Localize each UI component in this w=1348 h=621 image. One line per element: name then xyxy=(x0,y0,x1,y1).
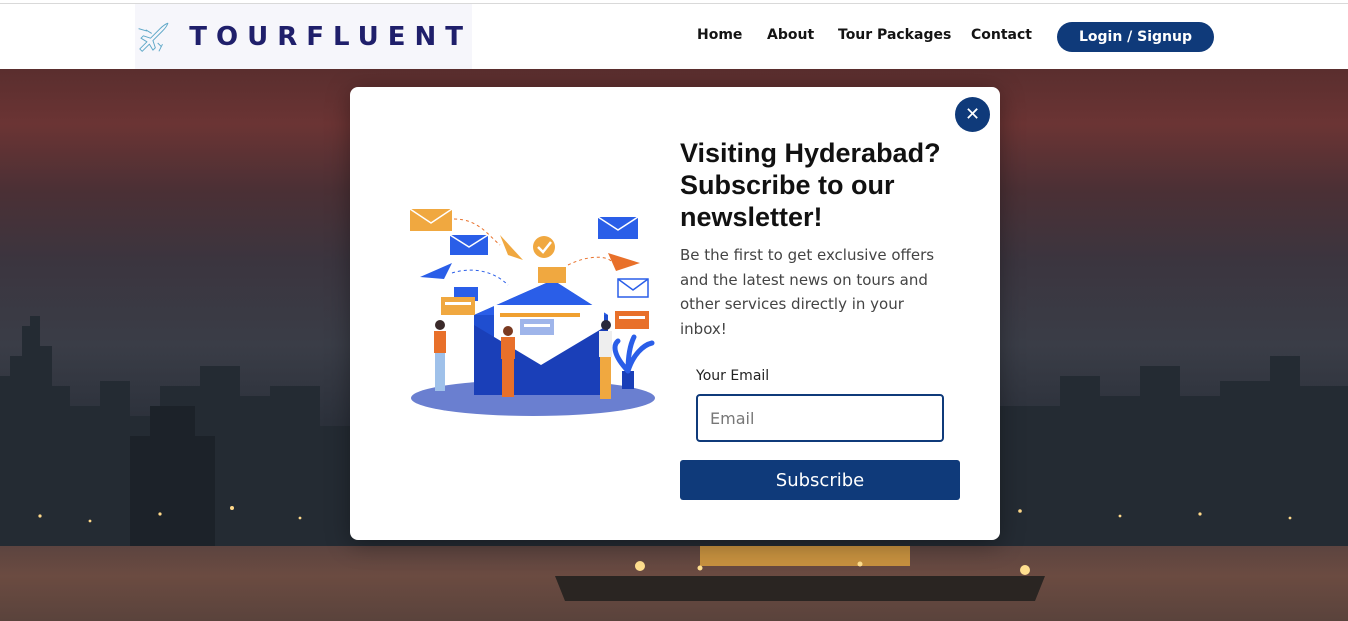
nav-home[interactable]: Home xyxy=(697,27,742,43)
nav-tour-packages[interactable]: Tour Packages xyxy=(838,27,951,43)
boat-lights-image xyxy=(555,546,1045,601)
modal-title: Visiting Hyderabad? Subscribe to our new… xyxy=(680,138,941,232)
close-icon[interactable]: ✕ xyxy=(955,97,990,132)
brand-logo[interactable]: TOURFLUENT xyxy=(135,4,472,69)
brand-name: TOURFLUENT xyxy=(189,21,472,52)
nav-about[interactable]: About xyxy=(767,27,814,43)
lake-water xyxy=(0,546,1348,621)
email-field-label: Your Email xyxy=(696,368,770,384)
modal-description: Be the first to get exclusive offers and… xyxy=(680,246,935,339)
site-header: TOURFLUENT Home About Tour Packages Cont… xyxy=(0,4,1348,69)
login-signup-button[interactable]: Login / Signup xyxy=(1057,22,1214,52)
newsletter-envelope-illustration xyxy=(409,208,655,416)
subscribe-button[interactable]: Subscribe xyxy=(680,460,960,500)
airplane-icon xyxy=(138,22,169,52)
email-field[interactable] xyxy=(696,394,944,442)
nav-contact[interactable]: Contact xyxy=(971,27,1032,43)
